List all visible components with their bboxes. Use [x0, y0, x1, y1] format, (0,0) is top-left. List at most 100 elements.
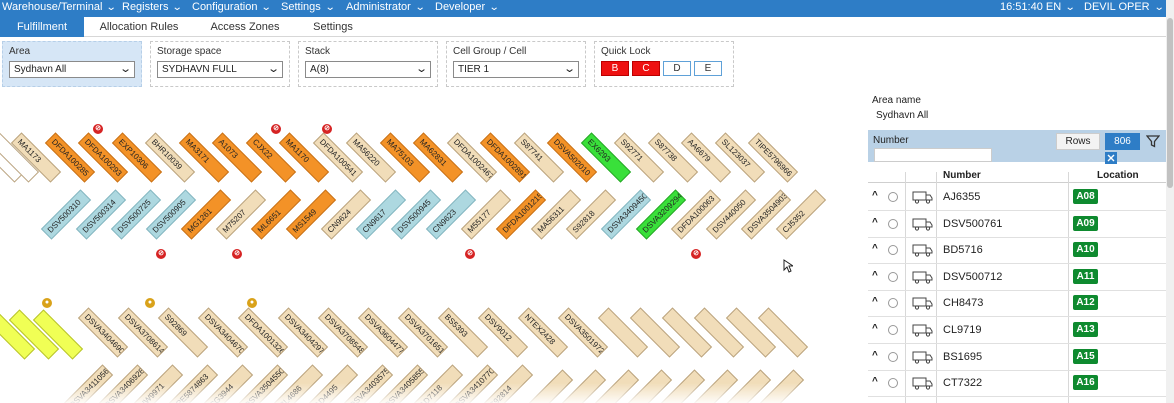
chevron-down-icon: ⌄: [261, 1, 273, 13]
area-value: Sydhavn All: [14, 64, 67, 75]
location-badge: A12: [1073, 295, 1098, 311]
row-radio[interactable]: [888, 245, 898, 256]
chevron-up-icon[interactable]: ^: [872, 190, 878, 201]
table-row[interactable]: ^ BS1695 A15: [868, 344, 1166, 371]
row-radio[interactable]: [888, 378, 898, 389]
cell-group-value: TIER 1: [458, 64, 490, 75]
chevron-up-icon[interactable]: ^: [872, 376, 878, 387]
row-radio[interactable]: [888, 325, 898, 335]
warning-icon[interactable]: ●: [247, 298, 257, 308]
location-badge: A16: [1073, 375, 1098, 391]
chevron-up-icon[interactable]: ^: [872, 217, 878, 228]
chevron-down-icon: ⌄: [172, 1, 184, 13]
column-location[interactable]: Location: [1097, 170, 1139, 181]
stack-label: Stack: [305, 46, 331, 57]
row-radio[interactable]: [888, 271, 898, 282]
chevron-up-icon[interactable]: ^: [872, 296, 878, 307]
warning-icon[interactable]: ●: [145, 298, 155, 308]
filter-icon[interactable]: [1146, 134, 1160, 148]
row-number: BS1695: [943, 350, 983, 363]
stack-select[interactable]: A(8) ⌄: [305, 61, 431, 78]
truck-icon: [912, 244, 933, 257]
chevron-up-icon[interactable]: ^: [872, 350, 878, 361]
column-number[interactable]: Number: [943, 170, 981, 181]
storage-space-select[interactable]: SYDHAVN FULL ⌄: [157, 61, 283, 78]
clear-filter-icon[interactable]: [1105, 152, 1117, 164]
quick-lock-b-button[interactable]: B: [601, 61, 629, 76]
table-row[interactable]: ^ DSV500712 A11: [868, 264, 1166, 291]
map-fade: [0, 383, 860, 403]
tab-access-zones[interactable]: Access Zones: [205, 17, 285, 37]
rows-button[interactable]: Rows: [1056, 133, 1100, 150]
lock-icon[interactable]: ⊘: [271, 124, 281, 134]
menu-registers[interactable]: Registers ⌄: [122, 1, 184, 13]
truck-icon: [912, 191, 933, 204]
table-row[interactable]: ^ AJ6355 A08: [868, 184, 1166, 211]
clock-time: 16:51:40: [1000, 1, 1043, 13]
lock-icon[interactable]: ⊘: [156, 249, 166, 259]
chevron-down-icon: ⌄: [562, 63, 576, 75]
number-filter-label: Number: [873, 135, 909, 146]
number-filter-header: Number Rows 806: [868, 130, 1166, 164]
lock-icon[interactable]: ⊘: [322, 124, 332, 134]
user-name: DEVIL OPER: [1084, 1, 1150, 13]
cell-group-filter: Cell Group / Cell TIER 1 ⌄: [446, 41, 586, 87]
row-radio[interactable]: [888, 218, 898, 229]
menu-administrator[interactable]: Administrator ⌄: [346, 1, 425, 13]
truck-icon: [912, 218, 933, 231]
table-row[interactable]: ^ CL9719 A13: [868, 317, 1166, 344]
quick-lock-d-button[interactable]: D: [663, 61, 691, 76]
menu-label: Settings: [281, 1, 321, 13]
menu-settings[interactable]: Settings ⌄: [281, 1, 335, 13]
truck-icon: [912, 271, 933, 284]
area-label: Area: [9, 46, 31, 57]
quick-lock-label: Quick Lock: [601, 46, 651, 57]
menu-label: Configuration: [192, 1, 258, 13]
result-panel: Area name Sydhavn All Number Rows 806 Nu…: [868, 92, 1166, 403]
chevron-down-icon: ⌄: [266, 63, 280, 75]
row-radio[interactable]: [888, 192, 898, 202]
storage-space-value: SYDHAVN FULL: [162, 64, 237, 75]
quick-lock-e-button[interactable]: E: [694, 61, 722, 76]
table-row[interactable]: ^ DSV500761 A09: [868, 211, 1166, 238]
tab-fulfillment[interactable]: Fulfillment: [0, 17, 84, 37]
tab-settings[interactable]: Settings: [305, 17, 361, 37]
chevron-down-icon: ⌄: [414, 63, 428, 75]
number-filter-input[interactable]: [874, 148, 992, 162]
chevron-up-icon[interactable]: ^: [872, 270, 878, 281]
storage-map[interactable]: MA1173 DFDA100285 DFDA100293 EXP10306 BHR100…: [0, 95, 860, 403]
warning-icon[interactable]: ●: [42, 298, 52, 308]
area-name-value: Sydhavn All: [876, 110, 929, 121]
row-number: CT7322: [943, 377, 983, 390]
table-row[interactable]: ^ CT7322 A16: [868, 370, 1166, 398]
truck-icon: [912, 377, 933, 390]
quick-lock-c-button[interactable]: C: [632, 61, 660, 76]
lock-icon[interactable]: ⊘: [465, 249, 475, 259]
menu-developer[interactable]: Developer ⌄: [435, 1, 500, 13]
location-badge: A15: [1073, 348, 1098, 364]
row-number: DSV500712: [943, 270, 1003, 283]
clock-language[interactable]: 16:51:40 EN ⌄: [1000, 1, 1076, 13]
area-select[interactable]: Sydhavn All ⌄: [9, 61, 135, 78]
menu-label: Registers: [122, 1, 169, 13]
chevron-up-icon[interactable]: ^: [872, 243, 878, 254]
user-menu[interactable]: DEVIL OPER ⌄: [1084, 1, 1164, 13]
lock-icon[interactable]: ⊘: [691, 249, 701, 259]
chevron-up-icon[interactable]: ^: [872, 323, 878, 334]
tab-allocation-rules[interactable]: Allocation Rules: [96, 17, 182, 37]
table-row[interactable]: ^ BD5716 A10: [868, 237, 1166, 265]
menu-configuration[interactable]: Configuration ⌄: [192, 1, 273, 13]
lock-icon[interactable]: ⊘: [93, 124, 103, 134]
row-radio[interactable]: [888, 351, 898, 362]
table-row[interactable]: ^ CH8473 A12: [868, 290, 1166, 318]
lock-icon[interactable]: ⊘: [232, 249, 242, 259]
menu-label: Warehouse/Terminal: [2, 1, 103, 13]
menu-warehouse-terminal[interactable]: Warehouse/Terminal ⌄: [2, 1, 117, 13]
cell-group-select[interactable]: TIER 1 ⌄: [453, 61, 579, 78]
row-radio[interactable]: [888, 298, 898, 309]
row-number: CL9719: [943, 324, 982, 336]
location-badge: A13: [1073, 322, 1098, 337]
location-badge: A09: [1073, 215, 1098, 231]
page-scrollbar-thumb[interactable]: [1167, 18, 1173, 188]
location-badge: A08: [1073, 189, 1098, 204]
